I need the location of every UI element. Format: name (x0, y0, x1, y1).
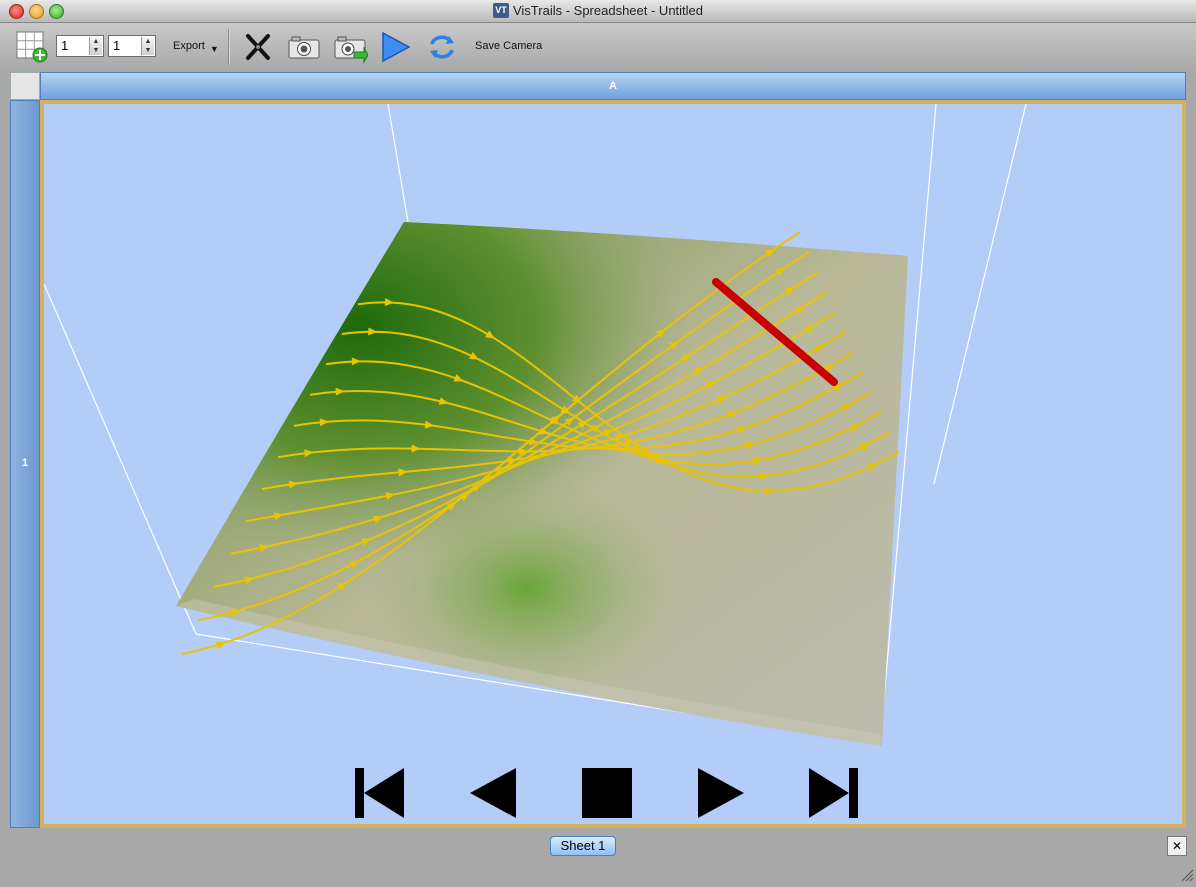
export-menu-button[interactable]: Export ▼ (173, 40, 219, 54)
sync-icon[interactable] (427, 32, 457, 62)
grid-plus-icon[interactable] (16, 31, 48, 63)
scissors-icon[interactable] (243, 32, 273, 62)
render-viewport[interactable] (44, 104, 1182, 824)
columns-spinbox[interactable]: 1 ▲ ▼ (108, 35, 156, 57)
skip-last-icon[interactable] (809, 768, 858, 818)
toolbar-separator (228, 29, 230, 65)
window-title: VisTrails - Spreadsheet - Untitled (512, 3, 704, 18)
step-back-icon[interactable] (470, 768, 516, 818)
export-label: Export (173, 40, 205, 52)
rows-spin-arrows-icon[interactable]: ▲ ▼ (89, 37, 102, 55)
close-sheet-icon[interactable]: ✕ (1167, 836, 1187, 856)
resize-grip-icon[interactable] (1180, 868, 1194, 882)
row-header-1[interactable]: 1 (10, 100, 40, 828)
save-camera-button[interactable]: Save Camera (475, 40, 542, 52)
title-bar: VT VisTrails - Spreadsheet - Untitled (0, 0, 1196, 23)
camera-icon[interactable] (288, 34, 320, 60)
row-header-label: 1 (21, 457, 29, 469)
step-forward-icon[interactable] (698, 768, 744, 818)
dropdown-arrow-icon: ▼ (209, 44, 219, 54)
toolbar: 1 ▲ ▼ 1 ▲ ▼ Export ▼ Save Camera (0, 23, 1196, 69)
sheet-tab-1[interactable]: Sheet 1 (550, 836, 616, 856)
select-all-corner[interactable] (10, 72, 40, 100)
stop-icon[interactable] (582, 768, 632, 818)
column-header-a[interactable]: A (40, 72, 1186, 100)
vistrails-logo-icon: VT (492, 3, 509, 18)
skip-first-icon[interactable] (355, 768, 404, 818)
columns-value: 1 (113, 38, 121, 53)
streamline-arrow-icon (215, 641, 226, 650)
rows-spinbox[interactable]: 1 ▲ ▼ (56, 35, 104, 57)
streamline-visualization[interactable] (44, 104, 1182, 824)
window-title-wrap: VT VisTrails - Spreadsheet - Untitled (0, 3, 1196, 18)
camera-save-icon[interactable] (334, 34, 369, 64)
play-icon[interactable] (381, 31, 411, 63)
rows-value: 1 (61, 38, 69, 53)
columns-spin-arrows-icon[interactable]: ▲ ▼ (141, 37, 154, 55)
